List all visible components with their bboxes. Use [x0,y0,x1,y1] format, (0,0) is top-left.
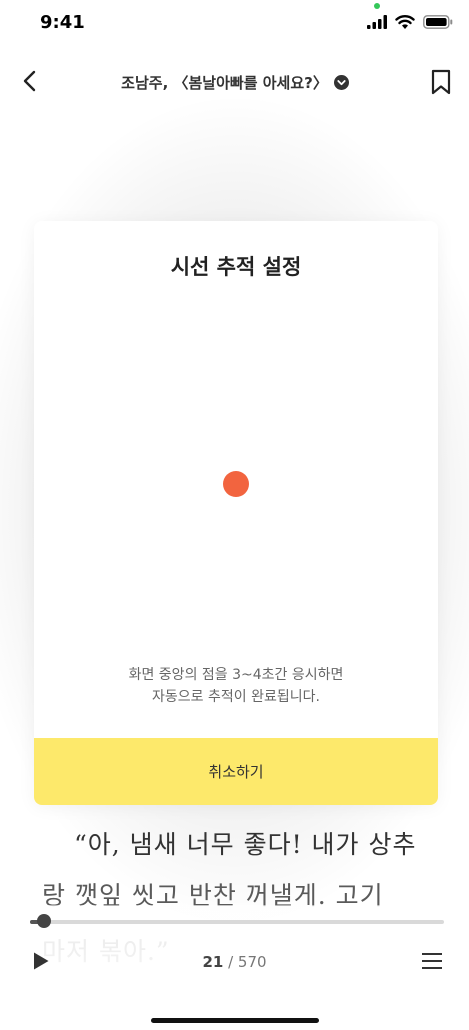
home-indicator [151,1018,319,1023]
book-title: 조남주, 〈봄날아빠를 아세요?〉 [121,73,328,92]
battery-icon [423,15,453,29]
book-title-dropdown[interactable]: 조남주, 〈봄날아빠를 아세요?〉 [110,70,360,94]
cancel-button[interactable]: 취소하기 [34,738,438,805]
dialog-description-line2: 자동으로 추적이 완료됩니다. [152,689,320,705]
reader-line: “아, 냄새 너무 좋다! 내가 상추 [74,830,417,859]
progress-thumb[interactable] [37,914,52,928]
wifi-icon [395,15,415,29]
page-total: 570 [237,953,267,971]
gaze-target-dot [223,471,249,497]
page-current: 21 [202,953,224,971]
dialog-description: 화면 중앙의 점을 3~4초간 응시하면 자동으로 추적이 완료됩니다. [34,664,438,708]
reading-progress-slider[interactable] [30,914,444,928]
privacy-indicator-dot [374,3,380,9]
page-indicator: 21 / 570 [0,953,469,971]
reader-nav-bar: 조남주, 〈봄날아빠를 아세요?〉 [0,58,469,106]
status-time: 9:41 [40,12,85,33]
status-bar: 9:41 [0,0,469,46]
chevron-down-circle-icon [333,74,349,90]
page-separator: / [223,953,238,971]
bookmark-icon[interactable] [430,69,452,95]
eye-tracking-dialog: 시선 추적 설정 화면 중앙의 점을 3~4초간 응시하면 자동으로 추적이 완… [34,221,438,805]
reader-line: 랑 깻잎 씻고 반찬 꺼낼게. 고기 [42,881,384,910]
dialog-title: 시선 추적 설정 [170,255,302,279]
signal-icon [367,15,387,29]
menu-icon[interactable] [421,951,443,971]
chevron-left-icon[interactable] [18,68,44,94]
dialog-description-line1: 화면 중앙의 점을 3~4초간 응시하면 [128,667,344,683]
